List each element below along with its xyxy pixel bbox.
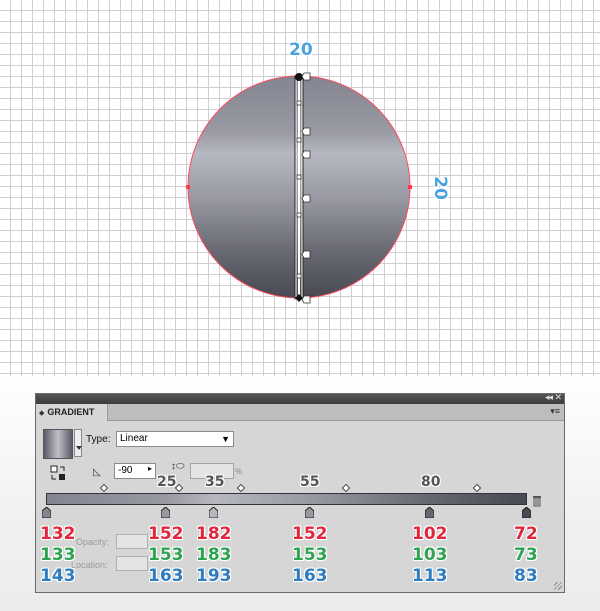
width-dimension-label: 20: [289, 40, 313, 60]
color-stop[interactable]: [522, 507, 531, 518]
blue-value: 143: [40, 566, 76, 586]
type-label: Type:: [86, 434, 111, 445]
red-value: 132: [40, 524, 76, 544]
aspect-ratio-icon: ↕⬭: [171, 461, 185, 472]
gradient-slider[interactable]: [46, 483, 527, 505]
aspect-percent-label: %: [235, 467, 243, 476]
red-value: 102: [412, 524, 448, 544]
green-value: 153: [148, 545, 184, 565]
color-stop[interactable]: [305, 507, 314, 518]
gradient-ramp[interactable]: [46, 493, 527, 505]
panel-menu-icon[interactable]: ▾≡: [550, 406, 560, 417]
midpoint-diamond[interactable]: [472, 483, 482, 493]
reverse-gradient-icon[interactable]: [50, 465, 66, 481]
green-value: 183: [196, 545, 232, 565]
opacity-label: Opacity:: [76, 537, 110, 547]
blue-value: 163: [292, 566, 328, 586]
color-stop[interactable]: [209, 507, 218, 518]
stop-rgb-values: 152 153 163: [292, 524, 328, 587]
angle-icon: ◺: [93, 467, 101, 478]
type-select[interactable]: Linear ▼: [116, 431, 234, 447]
trash-icon[interactable]: [532, 495, 542, 507]
stop-rgb-values: 182 183 193: [196, 524, 232, 587]
resize-grip[interactable]: [554, 582, 562, 590]
location-label: Location:: [71, 560, 108, 570]
gradient-origin-handle: [295, 73, 303, 81]
panel-tab-row: ◆ GRADIENT ▾≡: [36, 404, 564, 421]
blue-value: 193: [196, 566, 232, 586]
midpoint-diamond[interactable]: [236, 483, 246, 493]
height-dimension-label: 20: [429, 176, 450, 200]
green-value: 153: [292, 545, 328, 565]
type-select-value: Linear: [120, 433, 148, 444]
stop-location-label: 35: [205, 474, 225, 490]
midpoint-diamond[interactable]: [99, 483, 109, 493]
tab-gradient[interactable]: ◆ GRADIENT: [36, 404, 108, 421]
stop-rgb-values: 132 133 143: [40, 524, 76, 587]
color-stop[interactable]: [161, 507, 170, 518]
stop-rgb-values: 72 73 83: [514, 524, 538, 587]
gradient-swatch[interactable]: [43, 429, 73, 459]
collapse-icon[interactable]: ◂◂: [545, 392, 553, 403]
red-value: 152: [292, 524, 328, 544]
stop-location-label: 80: [421, 474, 441, 490]
gradient-swatch-dropdown[interactable]: [74, 429, 82, 457]
midpoint-diamond[interactable]: [341, 483, 351, 493]
green-value: 103: [412, 545, 448, 565]
angle-dropdown-icon[interactable]: ▸: [148, 464, 152, 473]
color-stop[interactable]: [425, 507, 434, 518]
green-value: 133: [40, 545, 76, 565]
tab-gradient-label: GRADIENT: [47, 407, 95, 417]
color-stop[interactable]: [42, 507, 51, 518]
panel-title-bar[interactable]: ◂◂ ✕: [36, 392, 564, 404]
red-value: 72: [514, 524, 538, 544]
tab-expand-icon[interactable]: ◆: [39, 410, 44, 417]
right-anchor-point[interactable]: [408, 185, 412, 189]
green-value: 73: [514, 545, 538, 565]
stop-rgb-values: 152 153 163: [148, 524, 184, 587]
stop-rgb-values: 102 103 113: [412, 524, 448, 587]
left-anchor-point[interactable]: [186, 185, 190, 189]
red-value: 152: [148, 524, 184, 544]
red-value: 182: [196, 524, 232, 544]
stop-location-label: 55: [300, 474, 320, 490]
chevron-down-icon: ▼: [221, 434, 230, 444]
blue-value: 83: [514, 566, 538, 586]
opacity-input[interactable]: [116, 534, 148, 549]
close-icon[interactable]: ✕: [554, 392, 562, 403]
stop-location-label: 25: [157, 474, 177, 490]
location-input[interactable]: [116, 556, 148, 571]
blue-value: 113: [412, 566, 448, 586]
blue-value: 163: [148, 566, 184, 586]
